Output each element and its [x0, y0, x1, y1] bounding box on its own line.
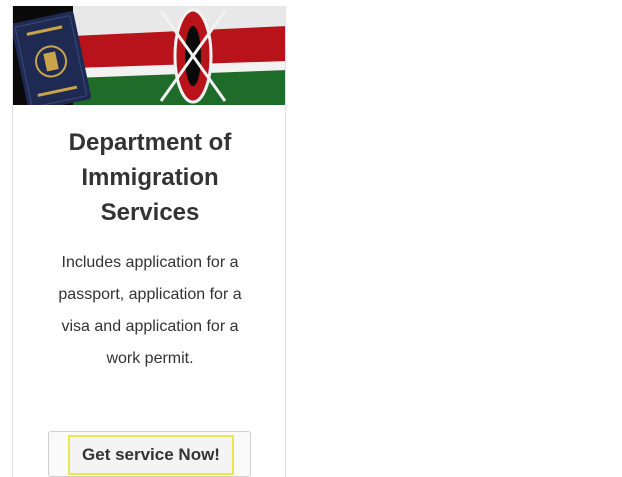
get-service-button[interactable]: Get service Now! [68, 435, 234, 475]
card-description: Includes application for a passport, app… [37, 247, 263, 375]
description-line: work permit. [106, 350, 194, 367]
description-line: passport, application for a [58, 286, 242, 303]
button-container: Get service Now! [48, 431, 251, 477]
service-card: Department of Immigration Services Inclu… [12, 6, 286, 477]
title-line: Services [100, 199, 200, 226]
card-title: Department of Immigration Services [13, 125, 285, 230]
banner-image [13, 6, 285, 105]
description-line: visa and application for a [61, 318, 239, 335]
title-line: Department of [68, 129, 232, 156]
title-line: Immigration [81, 164, 219, 191]
description-line: Includes application for a [61, 254, 239, 271]
kenya-flag-passport-image [13, 6, 285, 105]
